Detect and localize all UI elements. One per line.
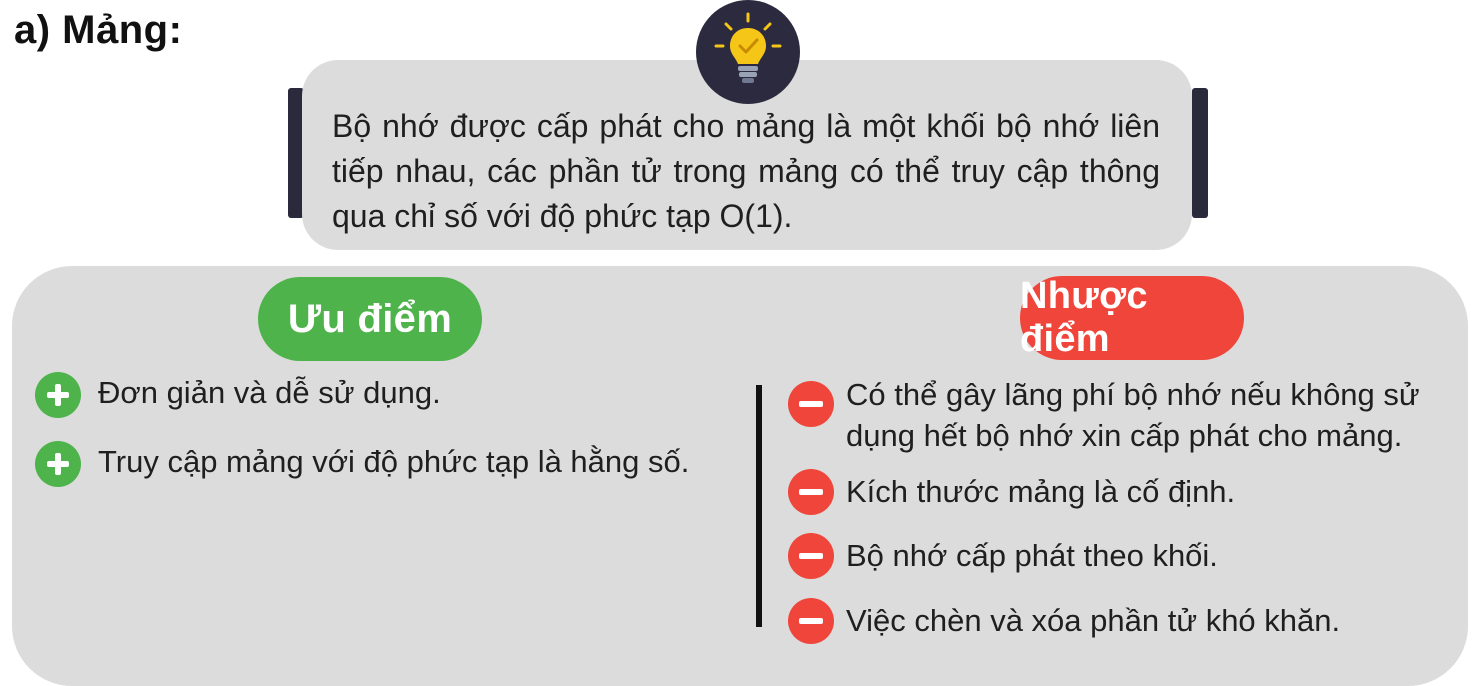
definition-text: Bộ nhớ được cấp phát cho mảng là một khố…: [332, 108, 1160, 234]
plus-icon: [35, 372, 81, 418]
plus-icon: [35, 441, 81, 487]
column-divider: [756, 385, 762, 627]
cons-item: Kích thước mảng là cố định.: [846, 474, 1236, 509]
pros-title: Ưu điểm: [258, 277, 482, 361]
definition-accent-right: [1192, 88, 1208, 218]
lightbulb-icon: [696, 0, 800, 104]
cons-item: Có thể gây lãng phí bộ nhớ nếu không sử …: [846, 377, 1420, 453]
cons-item: Việc chèn và xóa phần tử khó khăn.: [846, 603, 1341, 638]
pros-item: Truy cập mảng với độ phức tạp là hằng số…: [98, 444, 690, 479]
minus-icon: [788, 533, 834, 579]
pros-item: Đơn giản và dễ sử dụng.: [98, 375, 441, 410]
minus-icon: [788, 598, 834, 644]
minus-icon: [788, 469, 834, 515]
cons-item: Bộ nhớ cấp phát theo khối.: [846, 538, 1218, 573]
minus-icon: [788, 381, 834, 427]
section-heading: a) Mảng:: [14, 8, 183, 52]
cons-title: Nhược điểm: [1020, 275, 1244, 360]
